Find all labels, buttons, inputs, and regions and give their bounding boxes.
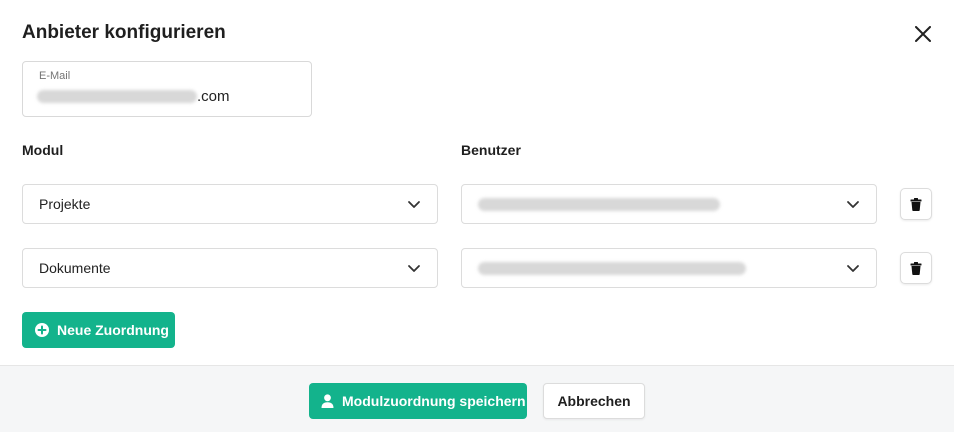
chevron-down-icon [847, 201, 859, 208]
email-domain-suffix: .com [197, 88, 230, 105]
add-mapping-button[interactable]: Neue Zuordnung [22, 312, 175, 348]
modul-select-value: Dokumente [39, 260, 111, 276]
chevron-down-icon [408, 201, 420, 208]
email-label: E-Mail [39, 70, 71, 82]
add-mapping-label: Neue Zuordnung [57, 322, 169, 338]
benutzer-select-row-1[interactable] [461, 184, 877, 224]
delete-row-button[interactable] [900, 252, 932, 284]
chevron-down-icon [847, 265, 859, 272]
redacted-email-name [37, 90, 197, 103]
dialog-footer: Modulzuordnung speichern Abbrechen [0, 365, 954, 432]
benutzer-select-row-2[interactable] [461, 248, 877, 288]
trash-icon [910, 261, 922, 275]
chevron-down-icon [408, 265, 420, 272]
email-field[interactable]: E-Mail .com [22, 61, 312, 117]
redacted-user [478, 197, 720, 211]
dialog-title: Anbieter konfigurieren [22, 22, 226, 43]
cancel-button[interactable]: Abbrechen [543, 383, 645, 419]
plus-circle-icon [35, 323, 49, 337]
delete-row-button[interactable] [900, 188, 932, 220]
user-icon [321, 394, 334, 408]
redacted-user [478, 261, 746, 275]
column-header-benutzer: Benutzer [461, 142, 521, 158]
save-button[interactable]: Modulzuordnung speichern [309, 383, 527, 419]
close-button[interactable] [910, 21, 936, 47]
close-icon [915, 26, 931, 42]
modul-select-row-1[interactable]: Projekte [22, 184, 438, 224]
save-label: Modulzuordnung speichern [342, 393, 526, 409]
column-header-modul: Modul [22, 142, 64, 158]
modul-select-value: Projekte [39, 196, 91, 212]
trash-icon [910, 197, 922, 211]
email-value: .com [37, 88, 230, 105]
modul-select-row-2[interactable]: Dokumente [22, 248, 438, 288]
